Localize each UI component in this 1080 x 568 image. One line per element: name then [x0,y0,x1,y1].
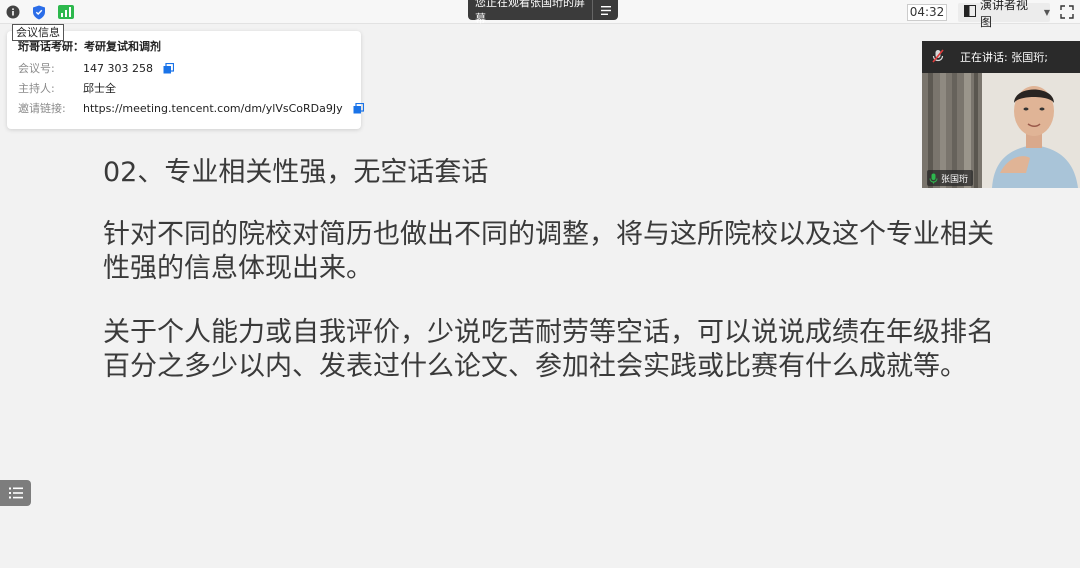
meeting-info-tooltip: 会议信息 [12,24,64,41]
screen-share-banner: 您正在观看张国珩的屏幕 [468,0,618,25]
share-menu-icon[interactable] [592,0,618,20]
shield-icon[interactable] [31,4,47,20]
invite-link-label: 邀请链接: [18,102,66,115]
view-mode-label: 演讲者视图 [980,0,1029,29]
slide-list-button[interactable] [0,480,31,506]
meeting-info-panel: 珩哥话考研：考研复试和调剂 会议号: 147 303 258 主持人: 邱士全 … [7,31,364,129]
meeting-id-row: 会议号: 147 303 258 [18,60,175,76]
host-label: 主持人: [18,82,55,95]
invite-link-row: 邀请链接: https://meeting.tencent.com/dm/ylV… [18,100,364,116]
list-icon [8,484,23,503]
active-speaker-label: 正在讲话: 张国珩; [960,51,1048,64]
slide-paragraph: 针对不同的院校对简历也做出不同的调整，将与这所院校以及这个专业相关性强的信息体现… [103,219,994,284]
mic-on-icon [929,173,938,183]
host-value: 邱士全 [83,82,116,95]
host-row: 主持人: 邱士全 [18,80,116,96]
meeting-timer: 04:32 [907,4,947,21]
slide-paragraph: 关于个人能力或自我评价，少说吃苦耐劳等空话，可以说说成绩在年级排名百分之多少以内… [103,317,994,382]
slide-heading: 02、专业相关性强，无空话套话 [103,157,489,188]
fullscreen-icon[interactable] [1060,4,1076,20]
view-mode-dropdown[interactable]: 演讲者视图 ▼ [958,0,1050,29]
share-banner-text: 您正在观看张国珩的屏幕 [475,0,585,25]
layout-icon [964,5,977,20]
copy-icon[interactable] [163,62,175,74]
participant-name-tag: 张国珩 [927,170,974,186]
active-speaker-bar: 正在讲话: 张国珩; [922,41,1080,73]
signal-strength-icon[interactable] [57,4,75,20]
participant-name: 张国珩 [941,174,969,185]
top-toolbar: 您正在观看张国珩的屏幕 04:32 演讲者视图 ▼ [0,0,1080,29]
meeting-id-value: 147 303 258 [83,61,153,75]
info-icon[interactable] [5,4,21,20]
chevron-down-icon: ▼ [1043,8,1050,17]
invite-link-value[interactable]: https://meeting.tencent.com/dm/ylVsCoRDa… [83,102,343,115]
mic-muted-icon [932,48,946,66]
copy-icon[interactable] [353,102,364,114]
speaker-video-tile[interactable]: 正在讲话: 张国珩; 张国珩 [922,41,1080,188]
meeting-id-label: 会议号: [18,62,55,75]
